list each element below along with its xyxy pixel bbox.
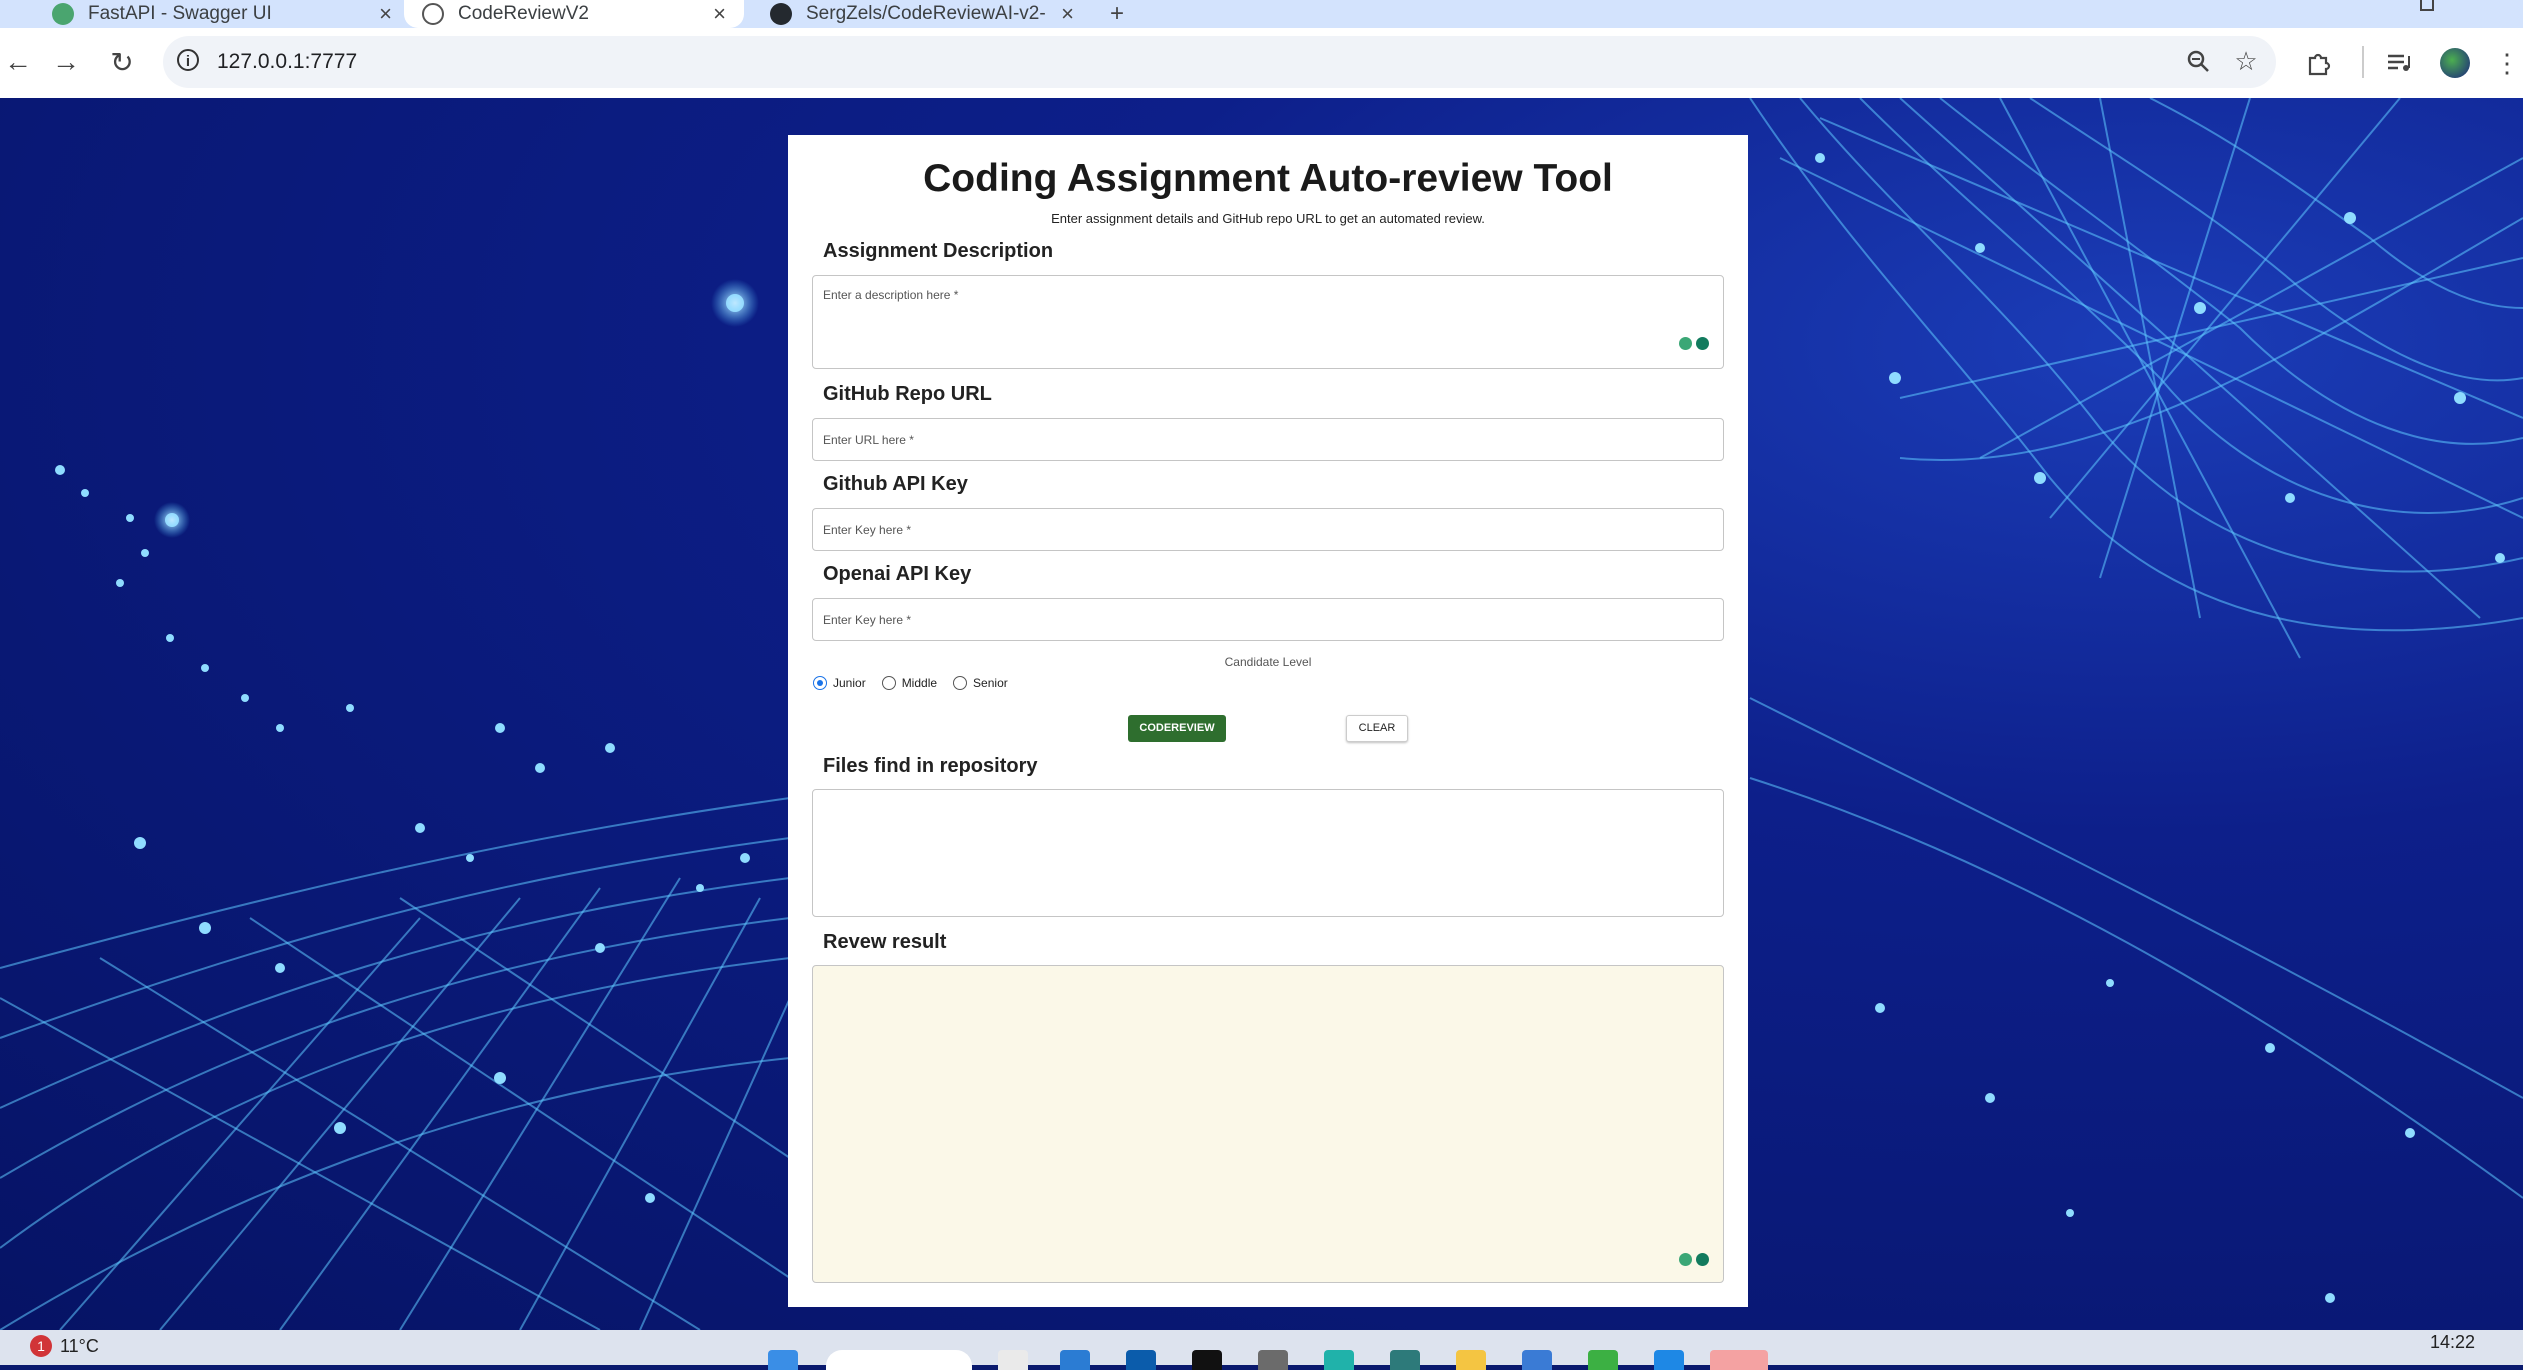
grammarly-icon <box>1696 337 1709 350</box>
clear-button[interactable]: CLEAR <box>1346 715 1408 742</box>
new-tab-button[interactable]: + <box>1110 0 1150 28</box>
github-repo-url-placeholder: Enter URL here * <box>823 433 914 447</box>
window-restore-button[interactable] <box>2420 0 2460 28</box>
codereview-button[interactable]: CODEREVIEW <box>1128 715 1226 742</box>
site-info-icon[interactable]: i <box>177 49 199 71</box>
tab-codereviewv2[interactable]: CodeReviewV2 × <box>404 0 744 28</box>
github-api-key-label: Github API Key <box>823 473 968 495</box>
page-content: Coding Assignment Auto-review Tool Enter… <box>0 98 2523 1330</box>
app-icon[interactable] <box>1588 1350 1618 1370</box>
radio-label: Middle <box>901 676 938 690</box>
app-icon[interactable] <box>1258 1350 1288 1370</box>
arrow-left-icon: ← <box>4 46 32 77</box>
tab-title: SergZels/CodeReviewAI-v2- <box>806 3 1046 24</box>
radio-middle[interactable]: Middle <box>881 676 938 690</box>
plus-icon: + <box>1110 0 1125 27</box>
notification-badge: 1 <box>30 1335 52 1357</box>
candidate-level-radio-group: Junior Middle Senior <box>813 676 1024 690</box>
arrow-right-icon: → <box>52 46 80 77</box>
reload-button[interactable]: ↻ <box>104 44 140 80</box>
app-icon[interactable] <box>1192 1350 1222 1370</box>
assignment-description-label: Assignment Description <box>823 240 1054 262</box>
restore-icon <box>2420 0 2434 11</box>
github-repo-url-label: GitHub Repo URL <box>823 383 992 405</box>
zoom-icon[interactable] <box>2181 44 2215 78</box>
review-form-card: Coding Assignment Auto-review Tool Enter… <box>788 135 1748 1307</box>
app-icon[interactable] <box>1710 1350 1768 1370</box>
openai-api-key-label: Openai API Key <box>823 563 972 585</box>
tab-github-repo[interactable]: SergZels/CodeReviewAI-v2- × <box>752 0 1092 28</box>
github-api-key-input[interactable]: Enter Key here * <box>812 508 1724 551</box>
system-clock[interactable]: 14:22 <box>2430 1332 2475 1353</box>
tab-fastapi-swagger[interactable]: FastAPI - Swagger UI × <box>34 0 410 28</box>
media-controls-icon[interactable] <box>2382 46 2416 80</box>
github-repo-url-input[interactable]: Enter URL here * <box>812 418 1724 461</box>
page-title: Coding Assignment Auto-review Tool <box>923 157 1613 200</box>
radio-button[interactable] <box>953 676 968 690</box>
address-url[interactable]: 127.0.0.1:7777 <box>217 50 357 74</box>
grammar-extension-icons[interactable] <box>1679 1253 1709 1266</box>
assignment-description-textarea[interactable]: Enter a description here * <box>812 275 1724 369</box>
close-icon[interactable]: × <box>713 1 726 27</box>
tab-title: FastAPI - Swagger UI <box>88 3 272 24</box>
openai-api-key-placeholder: Enter Key here * <box>823 613 912 627</box>
profile-avatar-icon[interactable] <box>2438 46 2472 80</box>
address-bar[interactable]: i 127.0.0.1:7777 ☆ <box>163 36 2276 88</box>
close-icon[interactable]: × <box>379 1 392 27</box>
start-windows-icon[interactable] <box>768 1350 798 1370</box>
reload-icon: ↻ <box>110 46 134 78</box>
bookmark-star-icon[interactable]: ☆ <box>2229 44 2263 78</box>
app-icon[interactable] <box>1654 1350 1684 1370</box>
app-icon[interactable] <box>1126 1350 1156 1370</box>
grammar-extension-icons[interactable] <box>1679 337 1709 350</box>
github-api-key-placeholder: Enter Key here * <box>823 523 912 537</box>
extension-pin-icon <box>1679 1253 1692 1266</box>
menu-kebab-icon[interactable]: ⋮ <box>2490 46 2523 80</box>
files-in-repository-output[interactable] <box>812 789 1724 917</box>
taskbar-search-box[interactable] <box>826 1350 972 1370</box>
radio-button-selected[interactable] <box>813 676 827 690</box>
candidate-level-label: Candidate Level <box>1224 655 1312 669</box>
radio-senior[interactable]: Senior <box>953 676 1008 690</box>
grammarly-icon <box>1696 1253 1709 1266</box>
radio-label: Junior <box>833 676 866 690</box>
radio-button[interactable] <box>881 676 896 690</box>
extensions-icon[interactable] <box>2302 46 2336 80</box>
radio-label: Senior <box>973 676 1008 690</box>
close-icon[interactable]: × <box>1061 1 1074 27</box>
weather-temperature: 11°C <box>60 1335 99 1356</box>
radio-junior[interactable]: Junior <box>813 676 866 690</box>
chrome-icon[interactable] <box>1390 1350 1420 1370</box>
openai-api-key-input[interactable]: Enter Key here * <box>812 598 1724 641</box>
assignment-description-placeholder: Enter a description here * <box>823 288 959 302</box>
page-icon <box>422 3 444 25</box>
file-explorer-icon[interactable] <box>1456 1350 1486 1370</box>
back-button[interactable]: ← <box>0 44 36 80</box>
app-icon[interactable] <box>1060 1350 1090 1370</box>
extension-pin-icon <box>1679 337 1692 350</box>
tab-title: CodeReviewV2 <box>458 3 589 24</box>
toolbar-divider <box>2362 46 2364 78</box>
swagger-icon <box>52 3 74 25</box>
app-icon[interactable] <box>1522 1350 1552 1370</box>
os-taskbar: 1 11°C 14:22 <box>0 1330 2523 1370</box>
forward-button[interactable]: → <box>48 44 84 80</box>
browser-tab-strip: FastAPI - Swagger UI × CodeReviewV2 × Se… <box>0 0 2523 28</box>
review-result-output[interactable] <box>812 965 1724 1283</box>
app-icon[interactable] <box>1324 1350 1354 1370</box>
files-in-repository-label: Files find in repository <box>823 755 1038 777</box>
page-subtitle: Enter assignment details and GitHub repo… <box>1051 211 1485 226</box>
github-icon <box>770 3 792 25</box>
review-result-label: Revew result <box>823 931 947 953</box>
browser-toolbar: ← → ↻ i 127.0.0.1:7777 ☆ ⋮ <box>0 28 2523 98</box>
weather-widget[interactable]: 1 11°C <box>30 1335 99 1357</box>
task-view-icon[interactable] <box>998 1350 1028 1370</box>
